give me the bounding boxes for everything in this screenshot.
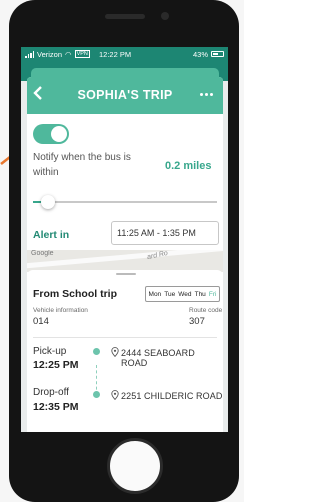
route-code-label: Route code [189, 307, 223, 314]
divider [33, 337, 217, 338]
phone-camera [161, 12, 169, 20]
schedule-days: Mon Tue Wed Thu Fri [145, 286, 220, 302]
wifi-icon: ◠ [65, 49, 72, 59]
trip-details-sheet: From School trip Mon Tue Wed Thu Fri Veh… [27, 270, 223, 432]
carrier-label: Verizon [37, 49, 63, 59]
distance-slider-track[interactable] [33, 201, 217, 203]
route-code-value: 307 [189, 316, 205, 327]
pickup-address: 2444 SEABOARD ROAD [121, 348, 195, 368]
alert-label: Alert in [33, 229, 70, 241]
dropoff-time: 12:35 PM [33, 401, 79, 413]
location-pin-icon [111, 390, 119, 400]
more-horizontal-icon [200, 92, 203, 96]
map-road [27, 250, 223, 270]
vehicle-info-value: 014 [33, 316, 49, 327]
vpn-badge: VPN [74, 50, 90, 58]
notify-toggle[interactable] [33, 124, 69, 144]
phone-speaker [105, 14, 145, 19]
dropoff-address: 2251 CHILDERIC ROAD [121, 391, 223, 401]
distance-slider-thumb[interactable] [41, 195, 55, 209]
distance-value: 0.2 miles [165, 160, 212, 172]
status-time: 12:22 PM [99, 49, 132, 59]
home-button[interactable] [107, 438, 163, 494]
status-right: 43% [193, 50, 224, 59]
trip-header: SOPHIA'S TRIP [27, 77, 223, 114]
pickup-dot-icon [93, 348, 100, 355]
trip-title: From School trip [33, 288, 117, 300]
pickup-time: 12:25 PM [33, 359, 79, 371]
battery-icon [211, 51, 224, 57]
page-title: SOPHIA'S TRIP [77, 88, 173, 102]
day-wed: Wed [178, 290, 192, 298]
screenshot-stage: Verizon ◠ VPN 12:22 PM 43% SOPHIA'S TRIP [0, 0, 244, 502]
pickup-label: Pick-up [33, 346, 67, 357]
day-tue: Tue [164, 290, 176, 298]
trip-card: SOPHIA'S TRIP Notify when the bus is wit… [27, 77, 223, 432]
signal-icon [25, 50, 34, 58]
day-fri: Fri [208, 290, 217, 298]
dropoff-label: Drop-off [33, 387, 69, 398]
dropoff-dot-icon [93, 391, 100, 398]
sheet-drag-handle[interactable] [116, 273, 136, 275]
notify-label: Notify when the bus is within [33, 152, 131, 178]
phone-screen: Verizon ◠ VPN 12:22 PM 43% SOPHIA'S TRIP [21, 47, 228, 432]
day-mon: Mon [148, 290, 162, 298]
location-pin-icon [111, 347, 119, 357]
day-thu: Thu [194, 290, 206, 298]
map-attribution: Google [31, 250, 54, 257]
more-options-button[interactable] [200, 90, 216, 98]
status-bar: Verizon ◠ VPN 12:22 PM 43% [21, 47, 228, 61]
vehicle-info-label: Vehicle information [33, 307, 88, 314]
alert-time-range-field[interactable]: 11:25 AM - 1:35 PM [111, 221, 219, 245]
battery-percent: 43% [192, 49, 208, 59]
map-view[interactable]: Google ard Ro [27, 250, 223, 272]
